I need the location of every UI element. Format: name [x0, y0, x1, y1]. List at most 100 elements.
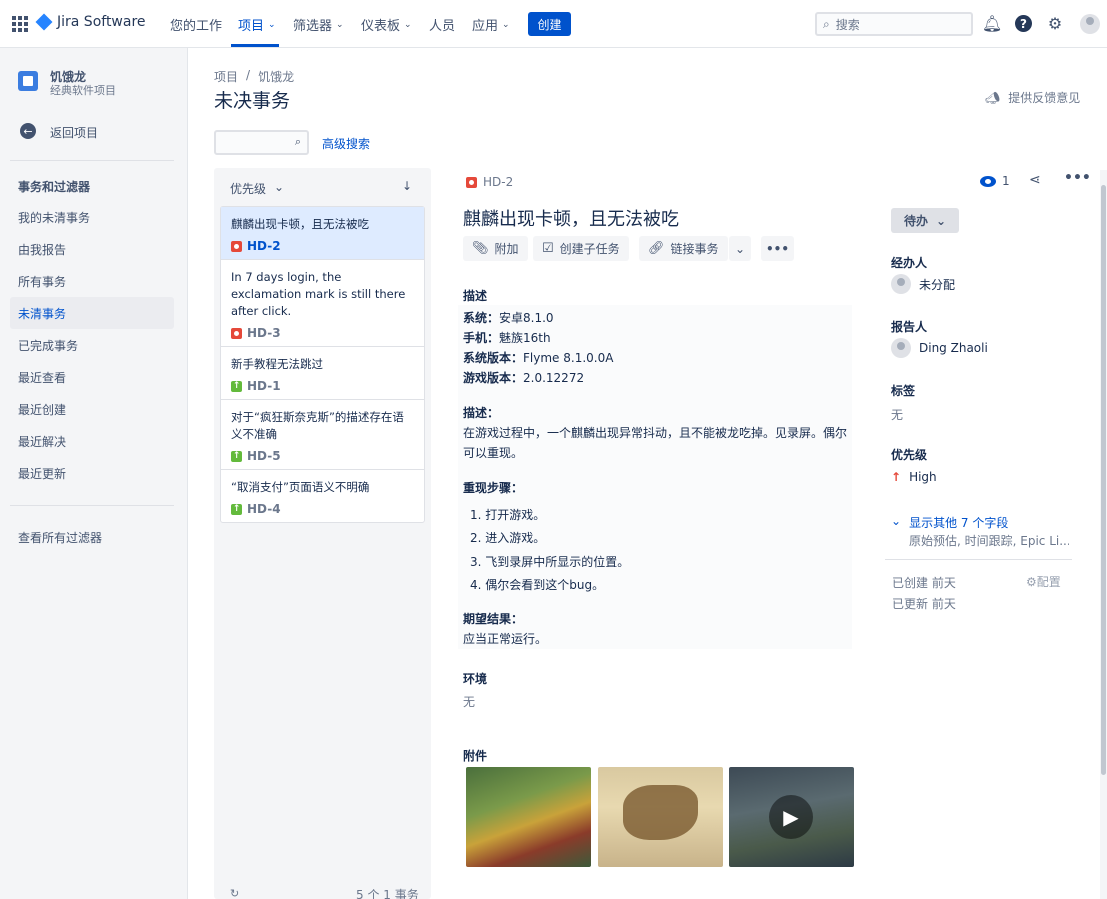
issue-key-link[interactable]: HD-2: [466, 175, 513, 189]
reporter-label: 报告人: [891, 320, 928, 334]
spec-line: 系统：安卓8.1.0: [463, 311, 554, 325]
sidebar-item-all-issues[interactable]: 所有事务: [10, 265, 174, 297]
attachments-label: 附件: [463, 749, 488, 763]
active-nav-indicator: [231, 44, 279, 47]
attachment-thumbnail[interactable]: [598, 767, 723, 867]
refresh-icon[interactable]: ↻: [230, 887, 239, 899]
priority-field[interactable]: ↑ High: [891, 470, 937, 484]
sidebar-item-recently-viewed[interactable]: 最近查看: [10, 361, 174, 393]
breadcrumb-separator: /: [246, 68, 251, 82]
play-icon[interactable]: ▶: [769, 795, 813, 839]
create-button[interactable]: 创建: [528, 12, 571, 36]
link-issue-dropdown[interactable]: ⌄: [729, 236, 752, 261]
issue-key: HD-5: [247, 449, 281, 463]
reporter-field[interactable]: Ding Zhaoli: [891, 338, 988, 358]
sidebar-item-my-open[interactable]: 我的未清事务: [10, 201, 174, 233]
page-title: 未决事务: [214, 90, 291, 112]
scrollbar-thumb[interactable]: [1101, 185, 1106, 775]
filter-search-input[interactable]: ⌕: [214, 130, 309, 155]
user-avatar[interactable]: [1080, 14, 1100, 34]
app-switcher-icon[interactable]: [12, 16, 28, 32]
sidebar: 饥饿龙 经典软件项目 ← 返回项目 事务和过滤器 我的未清事务 由我报告 所有事…: [0, 48, 188, 899]
labels-label: 标签: [891, 384, 916, 398]
status-dropdown[interactable]: 待办 ⌄: [891, 208, 959, 233]
environment-value[interactable]: 无: [463, 693, 475, 710]
sidebar-item-reported-by-me[interactable]: 由我报告: [10, 233, 174, 265]
feedback-button[interactable]: 📣︎ 提供反馈意见: [985, 89, 1080, 106]
help-icon[interactable]: ?: [1015, 15, 1032, 32]
sidebar-item-recently-resolved[interactable]: 最近解决: [10, 425, 174, 457]
expected-text: 应当正常运行。: [463, 632, 548, 646]
list-item[interactable]: 对于“疯狂斯奈克斯”的描述存在语义不准确 ↑ HD-5: [221, 400, 424, 470]
show-more-fields-button[interactable]: ⌄ 显示其他 7 个字段: [891, 514, 1008, 531]
environment-label: 环境: [463, 672, 488, 686]
chevron-down-icon: ⌄: [268, 19, 276, 30]
list-item[interactable]: “取消支付”页面语义不明确 ↑ HD-4: [221, 470, 424, 522]
improvement-type-icon: ↑: [231, 380, 242, 392]
more-fields-summary: 原始预估, 时间跟踪, Epic Li...: [909, 534, 1069, 548]
divider: [885, 559, 1072, 560]
sidebar-item-open-issues[interactable]: 未清事务: [10, 297, 174, 329]
project-type: 经典软件项目: [50, 84, 116, 97]
paperclip-icon: 📎︎: [472, 241, 489, 256]
jira-logo-icon: [35, 13, 53, 31]
issue-key: HD-3: [247, 326, 281, 340]
step-item: 3. 飞到录屏中所显示的位置。: [470, 555, 630, 569]
link-icon: 🔗︎: [648, 241, 665, 256]
attachment-thumbnail[interactable]: [466, 767, 591, 867]
nav-your-work[interactable]: 您的工作: [170, 15, 222, 34]
issue-count: 5 个 1 事务: [356, 888, 419, 899]
sort-direction-icon[interactable]: ↓: [402, 179, 412, 193]
more-actions-icon[interactable]: •••: [1064, 170, 1091, 186]
nav-people[interactable]: 人员: [429, 15, 455, 34]
sidebar-view-all-filters[interactable]: 查看所有过滤器: [10, 521, 174, 553]
breadcrumb: 项目 / 饥饿龙: [214, 68, 294, 85]
issue-key: HD-2: [247, 239, 281, 253]
search-input[interactable]: ⌕ 搜索: [815, 12, 973, 36]
nav-projects[interactable]: 项目 ⌄: [238, 15, 276, 34]
more-actions-button[interactable]: •••: [761, 236, 795, 261]
breadcrumb-project[interactable]: 饥饿龙: [258, 68, 294, 85]
share-icon[interactable]: ⋖: [1029, 172, 1041, 188]
settings-gear-icon[interactable]: ⚙: [1045, 13, 1065, 33]
sidebar-item-done-issues[interactable]: 已完成事务: [10, 329, 174, 361]
nav-dashboards[interactable]: 仪表板 ⌄: [361, 15, 412, 34]
link-issue-button[interactable]: 🔗︎ 链接事务: [639, 236, 728, 261]
expected-heading: 期望结果：: [463, 612, 524, 626]
sidebar-item-recently-created[interactable]: 最近创建: [10, 393, 174, 425]
advanced-search-link[interactable]: 高级搜索: [322, 135, 370, 152]
list-item[interactable]: 麒麟出现卡顿，且无法被吃 HD-2: [221, 207, 424, 260]
list-item[interactable]: 新手教程无法跳过 ↑ HD-1: [221, 347, 424, 400]
jira-logo[interactable]: Jira Software: [35, 13, 146, 31]
back-to-projects-link[interactable]: 返回项目: [50, 124, 98, 141]
step-item: 4. 偶尔会看到这个bug。: [470, 578, 605, 592]
avatar: [891, 338, 911, 358]
issue-key: HD-4: [247, 502, 281, 516]
issue-title[interactable]: 麒麟出现卡顿，且无法被吃: [463, 205, 679, 231]
chevron-down-icon: ⌄: [336, 19, 344, 30]
description-label: 描述: [463, 289, 488, 303]
create-subtask-button[interactable]: ☑ 创建子任务: [533, 236, 629, 261]
labels-field[interactable]: 无: [891, 406, 903, 423]
sort-by-dropdown[interactable]: 优先级 ⌄: [230, 180, 284, 197]
attachment-video-thumbnail[interactable]: ▶: [729, 767, 854, 867]
eye-icon: [980, 175, 996, 187]
chevron-down-icon: ⌄: [404, 19, 412, 30]
back-arrow-icon[interactable]: ←: [20, 123, 36, 139]
watch-button[interactable]: 1: [980, 174, 1010, 188]
breadcrumb-projects[interactable]: 项目: [214, 68, 238, 85]
chevron-down-icon: ⌄: [891, 514, 902, 528]
nav-filters[interactable]: 筛选器 ⌄: [293, 15, 344, 34]
issue-list: 麒麟出现卡顿，且无法被吃 HD-2 In 7 days login, the e…: [220, 206, 425, 523]
improvement-type-icon: ↑: [231, 450, 242, 462]
attach-button[interactable]: 📎︎ 附加: [463, 236, 528, 261]
assignee-field[interactable]: 未分配: [891, 274, 955, 294]
sidebar-item-recently-updated[interactable]: 最近更新: [10, 457, 174, 489]
desc-heading: 描述：: [463, 406, 500, 420]
top-navigation: Jira Software 您的工作 项目 ⌄ 筛选器 ⌄ 仪表板 ⌄ 人员 应用 ⌄ …: [0, 0, 1107, 48]
configure-button[interactable]: ⚙配置: [1026, 573, 1061, 590]
more-icon: •••: [766, 241, 790, 256]
list-item[interactable]: In 7 days login, the exclamation mark is…: [221, 260, 424, 347]
notifications-icon[interactable]: 🔔︎: [982, 13, 1002, 33]
nav-apps[interactable]: 应用 ⌄: [472, 15, 510, 34]
